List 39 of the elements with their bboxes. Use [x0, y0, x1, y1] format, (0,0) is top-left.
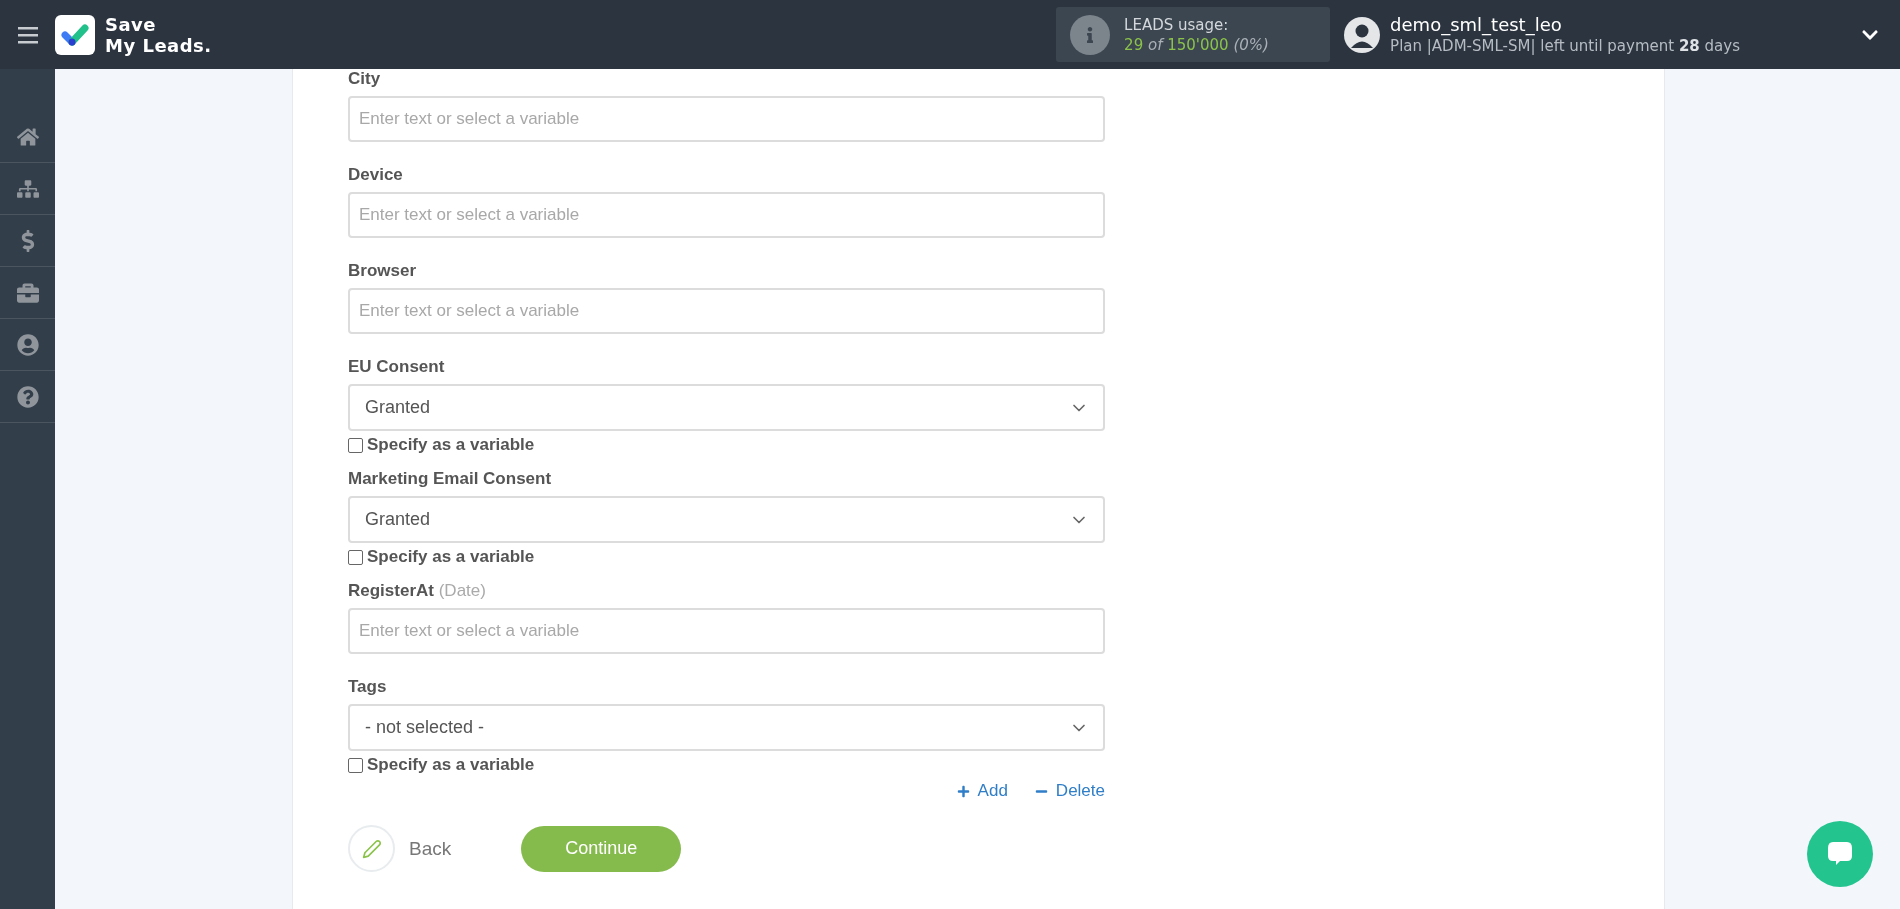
checkbox[interactable]	[348, 437, 363, 453]
pencil-icon	[361, 838, 382, 859]
add-link[interactable]: Add	[956, 781, 1008, 801]
briefcase-icon[interactable]	[16, 281, 39, 304]
checkbox[interactable]	[348, 549, 363, 565]
back-button[interactable]: Back	[348, 825, 452, 872]
text-field[interactable]: Enter text or select a variable	[348, 192, 1105, 238]
select-field[interactable]: Granted	[348, 496, 1105, 543]
usage-title: LEADS usage:	[1124, 14, 1230, 35]
user-icon[interactable]	[16, 333, 39, 356]
field-label: Browser	[348, 261, 418, 281]
avatar-icon[interactable]	[1344, 16, 1381, 53]
sitemap-icon[interactable]	[16, 177, 39, 200]
user-name: demo_sml_test_leo	[1390, 13, 1563, 36]
text-field[interactable]: Enter text or select a variable	[348, 608, 1105, 654]
field-label: Tags	[348, 677, 388, 697]
field-label: Marketing Email Consent	[348, 469, 553, 489]
checkbox-label: Specify as a variable	[367, 547, 535, 567]
info-icon	[1070, 14, 1111, 55]
checkbox-label: Specify as a variable	[367, 755, 535, 775]
checkbox-label: Specify as a variable	[367, 435, 535, 455]
select-field[interactable]: - not selected -	[348, 704, 1105, 751]
plan-info: Plan |ADM-SML-SM| left until payment 28 days	[1390, 36, 1740, 56]
help-icon[interactable]	[16, 385, 39, 408]
field-label: City	[348, 69, 382, 89]
field-label: RegisterAt (Date)	[348, 581, 487, 601]
home-icon[interactable]	[16, 125, 39, 148]
select-field[interactable]: Granted	[348, 384, 1105, 431]
plus-icon	[956, 784, 970, 798]
field-label: EU Consent	[348, 357, 446, 377]
logo-icon	[55, 14, 95, 55]
menu-icon[interactable]	[17, 25, 38, 44]
usage-count: 29 of 150'000 (0%)	[1124, 34, 1269, 55]
field-label: Device	[348, 165, 404, 185]
text-field[interactable]: Enter text or select a variable	[348, 288, 1105, 334]
checkbox[interactable]	[348, 757, 363, 773]
delete-link[interactable]: Delete	[1034, 781, 1105, 801]
text-field[interactable]: Enter text or select a variable	[348, 96, 1105, 142]
logo-text: Save My Leads.	[105, 13, 212, 56]
